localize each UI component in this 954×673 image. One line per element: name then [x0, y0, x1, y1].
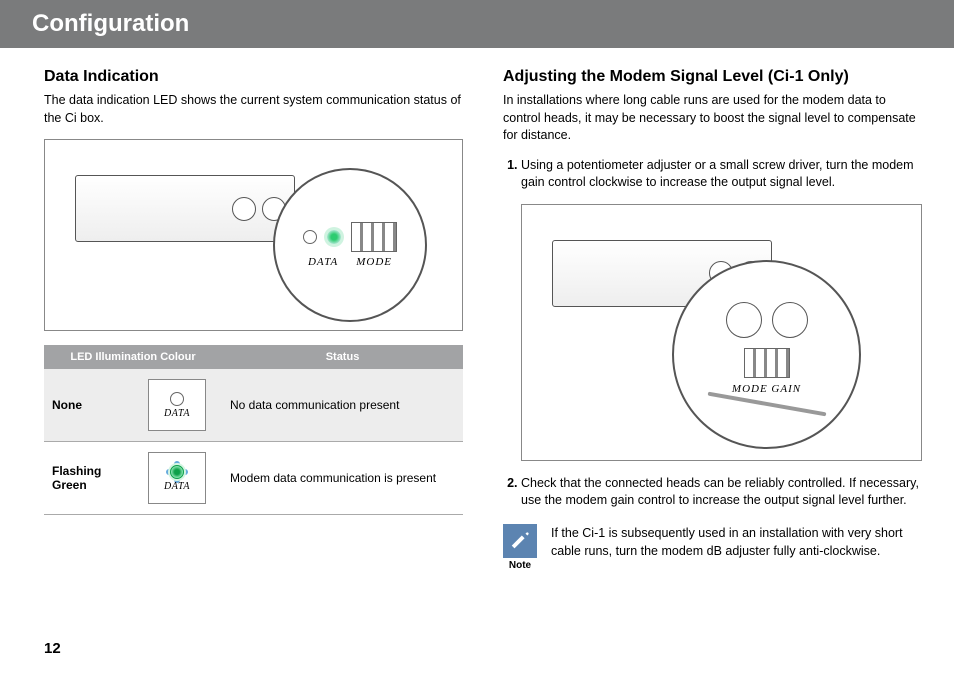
table-row: None DATA No data communication present [44, 369, 463, 442]
power-led-icon [303, 230, 317, 244]
device-illustration [75, 175, 295, 242]
note-text: If the Ci-1 is subsequently used in an i… [551, 524, 922, 560]
led-colour-label: Flashing Green [44, 442, 132, 515]
adjustment-steps: Using a potentiometer adjuster or a smal… [503, 157, 922, 510]
mode-label: MODE [356, 256, 392, 268]
step-1-text: Using a potentiometer adjuster or a smal… [521, 158, 914, 190]
data-indication-heading: Data Indication [44, 68, 463, 86]
note-label: Note [503, 560, 537, 571]
led-colour-label: None [44, 369, 132, 442]
adjusting-signal-heading: Adjusting the Modem Signal Level (Ci-1 O… [503, 68, 922, 86]
note-block: Note If the Ci-1 is subsequently used in… [503, 524, 922, 571]
connector-port-icon [232, 197, 256, 221]
led-status-table: LED Illumination Colour Status None DATA… [44, 345, 463, 515]
status-text: No data communication present [222, 369, 463, 442]
content-area: Data Indication The data indication LED … [0, 48, 954, 581]
data-label: DATA [308, 256, 338, 268]
modem-gain-figure: MODE GAIN [521, 204, 922, 461]
step-2-text: Check that the connected heads can be re… [521, 476, 919, 508]
led-state-icon-flashing-green: DATA [148, 452, 206, 504]
note-icon-column: Note [503, 524, 537, 571]
left-column: Data Indication The data indication LED … [44, 68, 463, 571]
status-text: Modem data communication is present [222, 442, 463, 515]
head-connector-icon [726, 302, 762, 338]
led-state-icon-none: DATA [148, 379, 206, 431]
data-led-icon [327, 230, 341, 244]
led-green-icon [170, 465, 184, 479]
mode-gain-label: MODE GAIN [732, 382, 801, 397]
adjusting-signal-intro: In installations where long cable runs a… [503, 92, 922, 145]
note-pencil-icon [503, 524, 537, 558]
table-row: Flashing Green DATA Modem data communica… [44, 442, 463, 515]
magnified-detail: MODE GAIN [672, 260, 861, 449]
led-data-text: DATA [164, 408, 190, 419]
header-bar: Configuration [0, 0, 954, 48]
data-indication-figure: DATA MODE [44, 139, 463, 331]
step-1: Using a potentiometer adjuster or a smal… [521, 157, 922, 461]
page-number: 12 [44, 640, 61, 657]
page-title: Configuration [32, 10, 922, 38]
table-header-colour: LED Illumination Colour [44, 345, 222, 369]
magnified-detail: DATA MODE [273, 168, 427, 322]
dip-switch-icon [351, 222, 397, 252]
led-data-text: DATA [164, 481, 190, 492]
step-2: Check that the connected heads can be re… [521, 475, 922, 510]
table-header-status: Status [222, 345, 463, 369]
led-off-icon [170, 392, 184, 406]
dip-switch-icon [744, 348, 790, 378]
data-indication-intro: The data indication LED shows the curren… [44, 92, 463, 127]
head-connector-icon [772, 302, 808, 338]
right-column: Adjusting the Modem Signal Level (Ci-1 O… [503, 68, 922, 571]
